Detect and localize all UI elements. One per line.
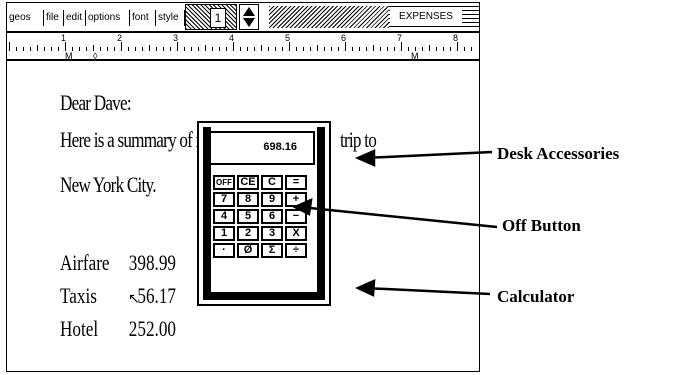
calculator-arrow (363, 286, 491, 296)
callout-desk-accessories: Desk Accessories (497, 144, 620, 163)
desk-accessories-arrow (363, 150, 493, 160)
off-button-arrow (299, 205, 498, 229)
callout-off-button: Off Button (502, 216, 581, 235)
callout-calculator: Calculator (497, 287, 575, 306)
calculator-arrowhead (354, 279, 376, 297)
callout-arrows (292, 149, 498, 297)
desk-accessories-arrowhead (354, 149, 376, 167)
off-button-arrowhead (292, 197, 313, 216)
